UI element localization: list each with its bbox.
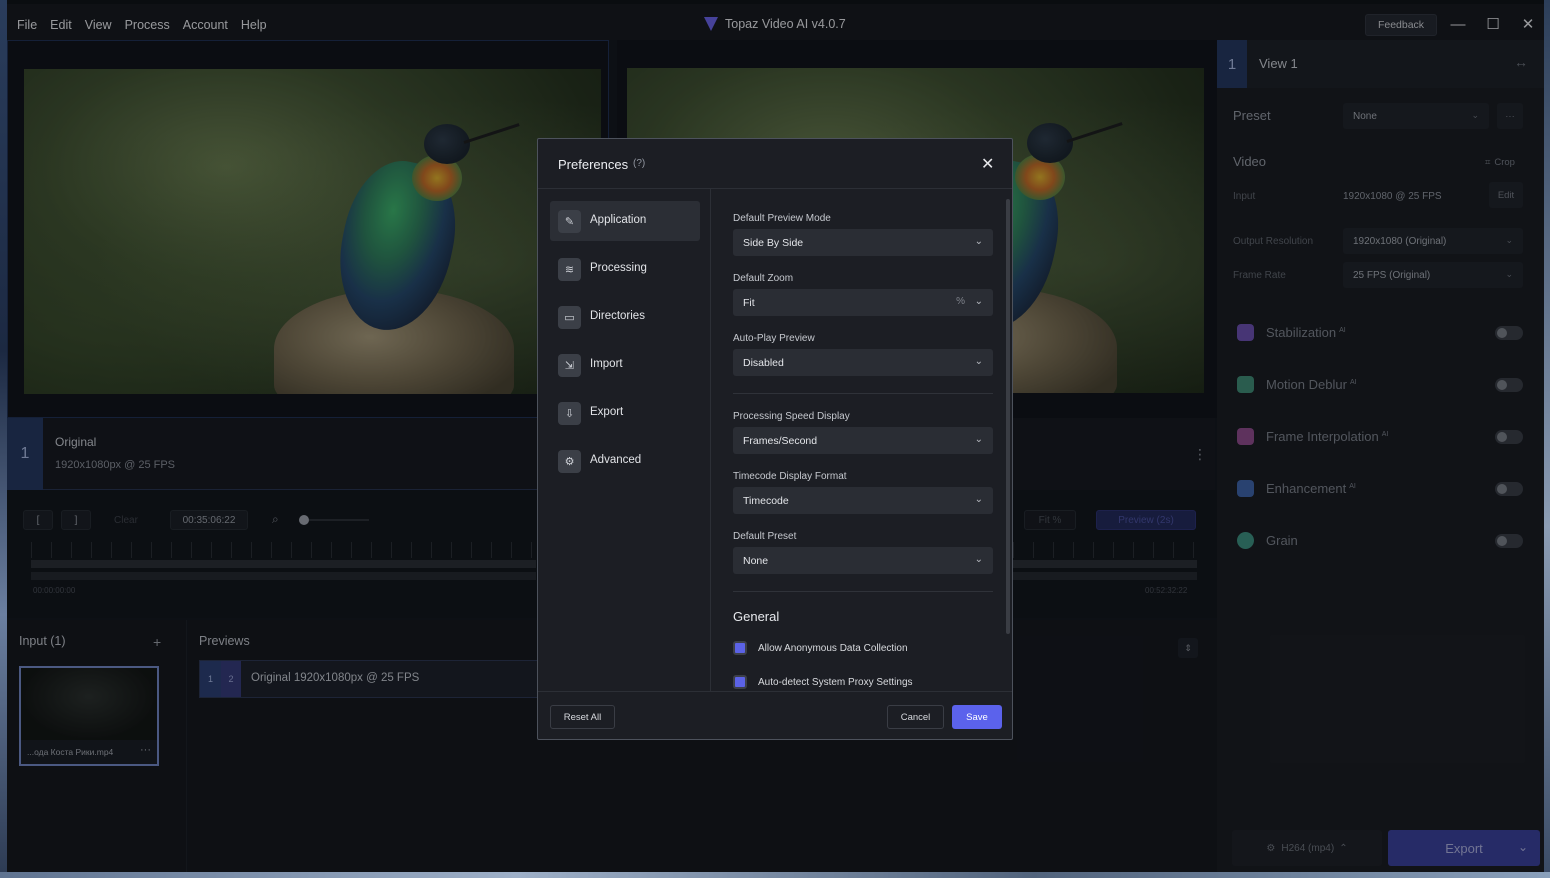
- preferences-nav: ✎ Application ≋ Processing ▭ Directories…: [538, 189, 711, 691]
- nav-directories[interactable]: ▭ Directories: [550, 297, 700, 337]
- nav-export[interactable]: ⇩ Export: [550, 393, 700, 433]
- reset-all-button[interactable]: Reset All: [550, 705, 615, 729]
- close-dialog-icon[interactable]: ✕: [981, 154, 994, 174]
- auto-play-preview-label: Auto-Play Preview: [733, 333, 815, 344]
- default-preview-mode-label: Default Preview Mode: [733, 213, 831, 224]
- timecode-display-format-select[interactable]: Timecode ⌄: [733, 487, 993, 514]
- proxy-settings-checkbox[interactable]: [733, 675, 747, 689]
- section-divider: [733, 591, 993, 592]
- chevron-down-icon: ⌄: [974, 356, 983, 367]
- nav-processing[interactable]: ≋ Processing: [550, 249, 700, 289]
- chevron-down-icon: ⌄: [974, 296, 983, 307]
- default-preset-label: Default Preset: [733, 531, 797, 542]
- default-zoom-label: Default Zoom: [733, 273, 794, 284]
- desktop-left-edge: [0, 0, 7, 878]
- nav-import[interactable]: ⇲ Import: [550, 345, 700, 385]
- default-preset-select[interactable]: None ⌄: [733, 547, 993, 574]
- processing-icon: ≋: [558, 258, 581, 281]
- processing-speed-display-select[interactable]: Frames/Second ⌄: [733, 427, 993, 454]
- chevron-down-icon: ⌄: [974, 236, 983, 247]
- import-icon: ⇲: [558, 354, 581, 377]
- timecode-display-format-label: Timecode Display Format: [733, 471, 847, 482]
- anonymous-data-checkbox[interactable]: [733, 641, 747, 655]
- cancel-button[interactable]: Cancel: [887, 705, 944, 729]
- content-scrollbar[interactable]: [1006, 199, 1010, 634]
- general-section-title: General: [733, 609, 780, 624]
- folder-icon: ▭: [558, 306, 581, 329]
- desktop-bottom-edge: [0, 872, 1550, 878]
- preferences-dialog: Preferences (?) ✕ ✎ Application ≋ Proces…: [537, 138, 1013, 740]
- dialog-footer: Reset All Cancel Save: [538, 691, 1012, 739]
- processing-speed-display-label: Processing Speed Display: [733, 411, 850, 422]
- chevron-down-icon: ⌄: [974, 554, 983, 565]
- chevron-down-icon: ⌄: [974, 494, 983, 505]
- default-preview-mode-select[interactable]: Side By Side ⌄: [733, 229, 993, 256]
- advanced-gear-icon: ⚙: [558, 450, 581, 473]
- dialog-title: Preferences: [558, 157, 629, 172]
- desktop-right-edge: [1544, 0, 1550, 878]
- section-divider: [733, 393, 993, 394]
- proxy-settings-checkbox-row[interactable]: Auto-detect System Proxy Settings: [733, 673, 913, 691]
- application-icon: ✎: [558, 210, 581, 233]
- auto-play-preview-select[interactable]: Disabled ⌄: [733, 349, 993, 376]
- download-icon: ⇩: [558, 402, 581, 425]
- nav-application[interactable]: ✎ Application: [550, 201, 700, 241]
- default-zoom-select[interactable]: Fit % ⌄: [733, 289, 993, 316]
- anonymous-data-checkbox-row[interactable]: Allow Anonymous Data Collection: [733, 639, 908, 657]
- app-window: File Edit View Process Account Help Topa…: [7, 0, 1544, 872]
- percent-unit: %: [956, 296, 965, 307]
- preferences-content: Default Preview Mode Side By Side ⌄ Defau…: [712, 189, 1002, 691]
- help-icon[interactable]: (?): [633, 158, 645, 169]
- nav-advanced[interactable]: ⚙ Advanced: [550, 441, 700, 481]
- save-button[interactable]: Save: [952, 705, 1002, 729]
- chevron-down-icon: ⌄: [974, 434, 983, 445]
- dialog-header: Preferences (?) ✕: [538, 139, 1012, 189]
